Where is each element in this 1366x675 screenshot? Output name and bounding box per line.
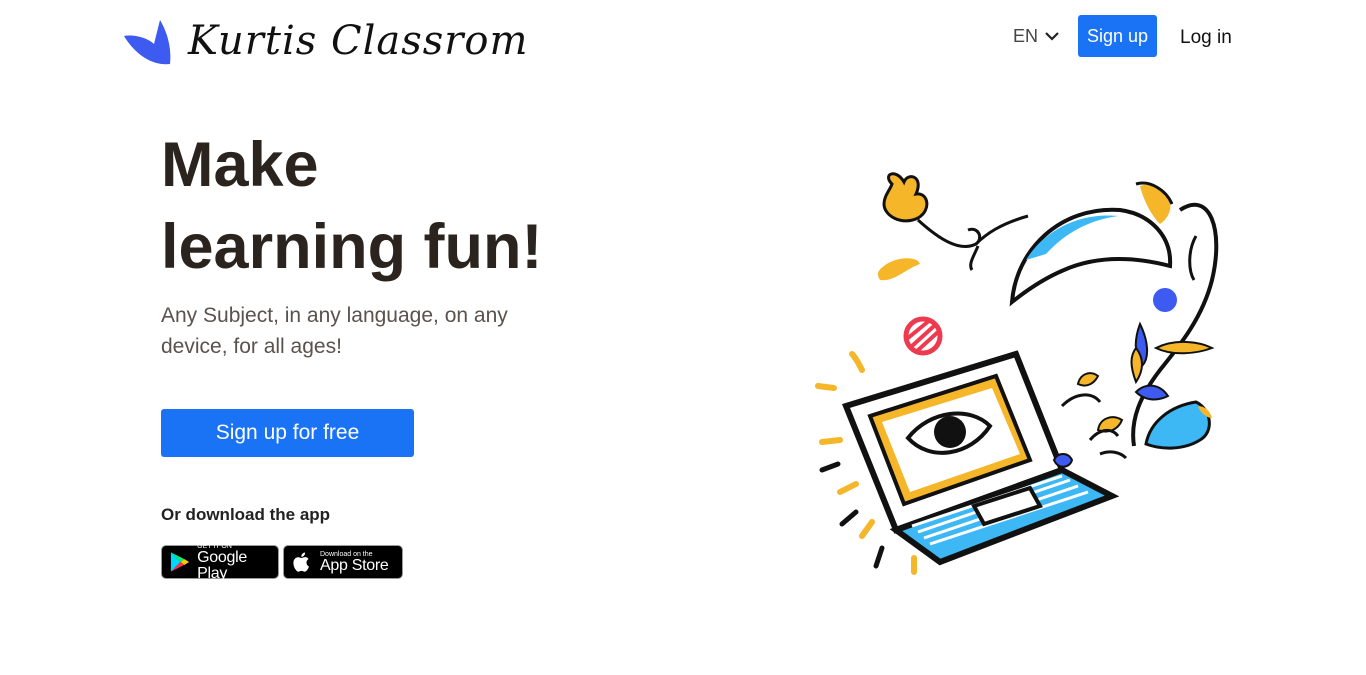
language-code: EN (1013, 25, 1039, 46)
app-store-button[interactable]: Download on the App Store (283, 545, 403, 579)
download-label: Or download the app (161, 505, 331, 524)
app-store-big-text: App Store (320, 556, 389, 574)
flower-top-left (882, 172, 929, 223)
yellow-blob (877, 258, 920, 281)
laptop-eye-illustration (815, 172, 1219, 575)
chevron-down-icon (1045, 32, 1059, 41)
blue-dot (1153, 288, 1177, 312)
google-play-button[interactable]: GET IT ON Google Play (161, 543, 279, 582)
hero-title-line2: learning fun! (161, 212, 543, 282)
brand-name: Kurtis Classrom (188, 18, 529, 64)
google-play-big-text: Google Play (197, 548, 247, 582)
hero-title: Make learning fun! (161, 124, 721, 288)
brand-logo[interactable]: Kurtis Classrom (124, 16, 528, 66)
login-link[interactable]: Log in (1180, 15, 1232, 61)
signup-button[interactable]: Sign up (1078, 15, 1157, 57)
apple-icon (293, 552, 309, 572)
signup-free-button[interactable]: Sign up for free (161, 409, 414, 457)
hero-title-line1: Make (161, 130, 319, 200)
language-selector[interactable]: EN (1013, 15, 1060, 57)
hero-subtitle: Any Subject, in any language, on any dev… (161, 304, 508, 358)
logo-mark-icon (124, 20, 171, 65)
google-play-icon (170, 552, 190, 572)
